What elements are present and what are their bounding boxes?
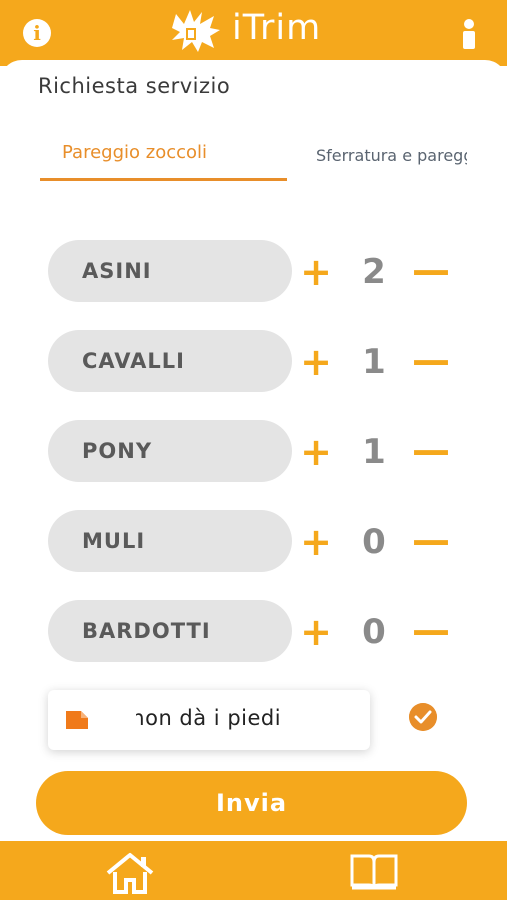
page-title: Richiesta servizio bbox=[38, 74, 231, 98]
note-text: Il pony non dà i piedi bbox=[136, 706, 282, 730]
bottom-nav-bar bbox=[0, 841, 507, 900]
tab-sferratura[interactable]: Sferratura e pareggio bbox=[316, 146, 467, 165]
decrement-muli-button[interactable]: — bbox=[412, 520, 450, 560]
check-icon[interactable] bbox=[409, 703, 437, 731]
horse-logo-icon bbox=[172, 10, 220, 52]
animal-label-pony: PONY bbox=[48, 420, 292, 482]
note-input[interactable]: Il pony non dà i piedi bbox=[48, 690, 370, 750]
active-tab-indicator bbox=[40, 178, 287, 181]
book-icon[interactable] bbox=[349, 852, 399, 892]
increment-asini-button[interactable]: + bbox=[298, 252, 334, 292]
animal-label-asini: ASINI bbox=[48, 240, 292, 302]
decrement-asini-button[interactable]: — bbox=[412, 250, 450, 290]
count-bardotti: 0 bbox=[362, 612, 386, 652]
tab-pareggio-zoccoli[interactable]: Pareggio zoccoli bbox=[62, 142, 207, 163]
note-icon bbox=[66, 711, 88, 729]
animal-label-muli: MULI bbox=[48, 510, 292, 572]
count-asini: 2 bbox=[362, 252, 386, 292]
decrement-pony-button[interactable]: — bbox=[412, 430, 450, 470]
animal-label-bardotti: BARDOTTI bbox=[48, 600, 292, 662]
info-icon[interactable]: i bbox=[23, 19, 51, 47]
count-muli: 0 bbox=[362, 522, 386, 562]
user-icon[interactable] bbox=[458, 18, 480, 50]
note-text-clip: Il pony non dà i piedi bbox=[136, 690, 368, 750]
app-title: iTrim bbox=[232, 8, 322, 48]
count-pony: 1 bbox=[362, 432, 386, 472]
submit-button[interactable]: Invia bbox=[36, 771, 467, 835]
count-cavalli: 1 bbox=[362, 342, 386, 382]
home-icon[interactable] bbox=[105, 852, 155, 894]
decrement-bardotti-button[interactable]: — bbox=[412, 610, 450, 650]
increment-bardotti-button[interactable]: + bbox=[298, 612, 334, 652]
increment-cavalli-button[interactable]: + bbox=[298, 342, 334, 382]
increment-pony-button[interactable]: + bbox=[298, 432, 334, 472]
decrement-cavalli-button[interactable]: — bbox=[412, 340, 450, 380]
animal-label-cavalli: CAVALLI bbox=[48, 330, 292, 392]
increment-muli-button[interactable]: + bbox=[298, 522, 334, 562]
